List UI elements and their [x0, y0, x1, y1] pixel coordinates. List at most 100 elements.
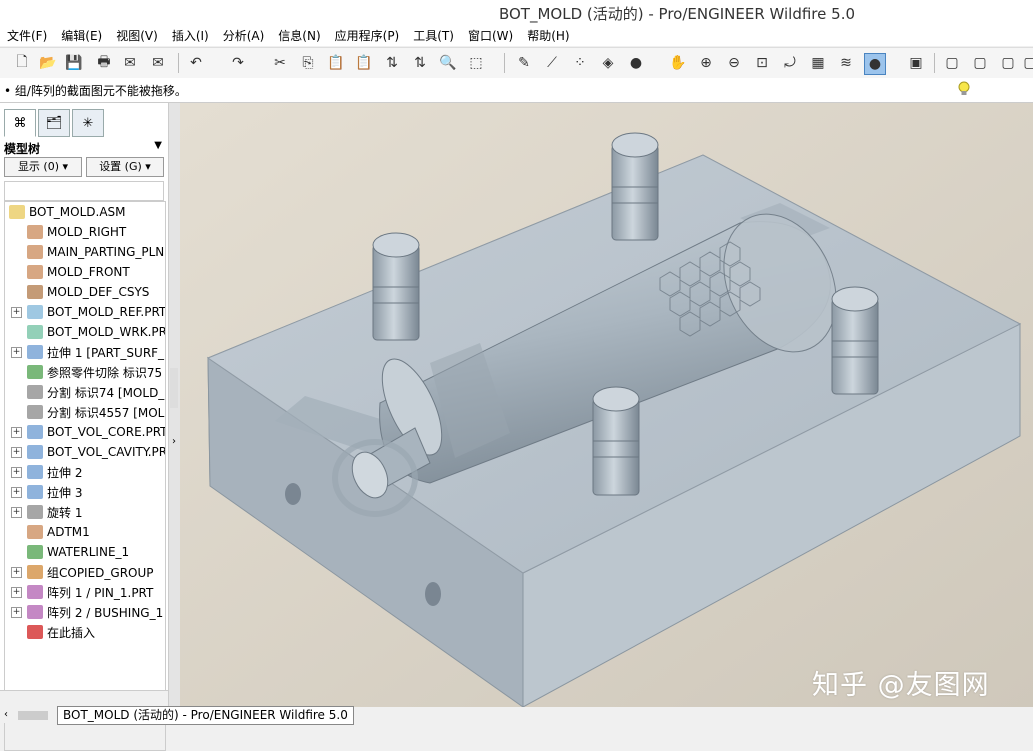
print-icon[interactable]: 🖶 — [94, 53, 114, 73]
tree-row[interactable]: + 阵列 2 / BUSHING_1 — [11, 602, 163, 622]
pattern-icon — [27, 605, 43, 619]
new-file-icon[interactable]: 🗋 — [12, 53, 32, 73]
reorient-icon[interactable]: ⤾ — [780, 53, 800, 73]
collapse-handle[interactable] — [170, 368, 178, 408]
show-button[interactable]: 显示 (0) ▾ — [4, 157, 82, 177]
paste-special-icon[interactable]: 📋 — [354, 53, 374, 73]
tree-row[interactable]: BOT_MOLD_WRK.PRT — [27, 322, 165, 342]
favorites-tab[interactable]: ✳ — [72, 109, 104, 137]
tree-row[interactable]: + 阵列 1 / PIN_1.PRT — [11, 582, 153, 602]
scroll-thumb[interactable] — [18, 711, 48, 720]
expand-icon[interactable]: + — [11, 446, 22, 458]
menu-analysis[interactable]: 分析(A) — [216, 27, 272, 44]
menu-edit[interactable]: 编辑(E) — [54, 27, 109, 44]
expand-icon[interactable]: + — [11, 306, 22, 318]
guide-pin-back[interactable] — [611, 132, 659, 241]
send-link-icon[interactable]: ✉ — [148, 53, 168, 73]
mold-model-render[interactable] — [180, 103, 1033, 707]
sketch-icon[interactable]: ✎ — [514, 53, 534, 73]
menu-window[interactable]: 窗口(W) — [461, 27, 520, 44]
menu-insert[interactable]: 插入(I) — [165, 27, 216, 44]
tree-row[interactable]: MOLD_FRONT — [27, 262, 130, 282]
pan-icon[interactable]: ✋ — [668, 53, 688, 73]
tree-row[interactable]: + 拉伸 2 — [11, 462, 82, 482]
tree-row[interactable]: 在此插入 — [27, 622, 95, 642]
hidden-line-icon[interactable]: ▢ — [970, 53, 990, 73]
menu-applications[interactable]: 应用程序(P) — [328, 27, 407, 44]
model-tree: BOT_MOLD.ASM MOLD_RIGHT MAIN_PARTING_PLN MO… — [4, 201, 166, 751]
tree-row[interactable]: 分割 标识4557 [MOL — [27, 402, 164, 422]
settings-button[interactable]: 设置 (G) ▾ — [86, 157, 164, 177]
appearance-icon[interactable]: ◈ — [598, 53, 618, 73]
shaded-view-icon[interactable]: ▢ — [1020, 53, 1033, 73]
tree-row[interactable]: + BOT_VOL_CAVITY.PRT — [11, 442, 165, 462]
model-tree-tab[interactable]: ⌘ — [4, 109, 36, 137]
menu-help[interactable]: 帮助(H) — [520, 27, 576, 44]
menu-tools[interactable]: 工具(T) — [406, 27, 461, 44]
expand-icon[interactable]: + — [11, 346, 22, 358]
tree-row[interactable]: ADTM1 — [27, 522, 90, 542]
layers-icon[interactable]: ≋ — [836, 53, 856, 73]
tree-row[interactable]: BOT_MOLD.ASM — [9, 202, 126, 222]
chevron-down-icon[interactable]: ▼ — [154, 140, 162, 151]
save-icon[interactable]: 💾 — [64, 53, 84, 73]
tree-row[interactable]: MAIN_PARTING_PLN — [27, 242, 164, 262]
guide-pin-front[interactable] — [592, 386, 640, 496]
regen-manager-icon[interactable]: ⇅ — [410, 53, 430, 73]
tree-row[interactable]: + 拉伸 3 — [11, 482, 82, 502]
expand-icon[interactable]: + — [11, 506, 22, 518]
paste-icon[interactable]: 📋 — [326, 53, 346, 73]
undo-icon[interactable]: ↶ — [186, 53, 206, 73]
tree-row[interactable]: + 旋转 1 — [11, 502, 82, 522]
lightbulb-icon[interactable] — [957, 80, 971, 98]
open-file-icon[interactable]: 📂 — [38, 53, 58, 73]
model-tree-header[interactable]: 模型树 ▼ — [4, 140, 162, 156]
zoom-out-icon[interactable]: ⊖ — [724, 53, 744, 73]
redo-icon[interactable]: ↷ — [228, 53, 248, 73]
tree-horizontal-scrollbar[interactable] — [0, 690, 168, 707]
guide-pin-right[interactable] — [831, 286, 879, 395]
expand-icon[interactable]: + — [11, 466, 22, 478]
navigator-tabs: ⌘ 🗂 ✳ — [4, 109, 106, 137]
shading-icon[interactable]: ● — [864, 53, 886, 75]
tree-filter-field[interactable] — [4, 181, 164, 201]
panel-splitter[interactable]: › — [168, 103, 180, 707]
tree-row[interactable]: + BOT_MOLD_REF.PRT — [11, 302, 165, 322]
find-icon[interactable]: 🔍 — [438, 53, 458, 73]
expand-icon[interactable]: + — [11, 586, 22, 598]
model-display-icon[interactable]: ▣ — [906, 53, 926, 73]
refit-icon[interactable]: ⊡ — [752, 53, 772, 73]
expand-icon[interactable]: + — [11, 486, 22, 498]
expand-icon[interactable]: + — [11, 426, 22, 438]
regenerate-icon[interactable]: ⇅ — [382, 53, 402, 73]
zoom-in-icon[interactable]: ⊕ — [696, 53, 716, 73]
datum-point-icon[interactable]: ⁘ — [570, 53, 590, 73]
select-box-icon[interactable]: ⬚ — [466, 53, 486, 73]
cut-icon[interactable]: ✂ — [270, 53, 290, 73]
expand-icon[interactable]: + — [11, 606, 22, 618]
tree-row[interactable]: 分割 标识74 [MOLD_ — [27, 382, 164, 402]
chevron-right-icon[interactable]: › — [172, 436, 176, 447]
send-email-icon[interactable]: ✉ — [120, 53, 140, 73]
folder-browser-tab[interactable]: 🗂 — [38, 109, 70, 137]
no-hidden-icon[interactable]: ▢ — [998, 53, 1018, 73]
expand-icon[interactable]: + — [11, 566, 22, 578]
tree-row[interactable]: 参照零件切除 标识75 — [27, 362, 162, 382]
graphics-window[interactable] — [180, 103, 1033, 707]
tree-row[interactable]: + 拉伸 1 [PART_SURF_1 — [11, 342, 165, 362]
copy-icon[interactable]: ⎘ — [298, 53, 318, 73]
datum-axis-icon[interactable]: ⟋ — [542, 53, 562, 73]
wireframe-icon[interactable]: ▢ — [942, 53, 962, 73]
tree-row[interactable]: + 组COPIED_GROUP — [11, 562, 154, 582]
saved-views-icon[interactable]: ▦ — [808, 53, 828, 73]
menu-file[interactable]: 文件(F) — [0, 27, 54, 44]
tree-row[interactable]: + BOT_VOL_CORE.PRT — [11, 422, 165, 442]
scroll-left-icon[interactable]: ‹ — [4, 709, 8, 720]
guide-pin-left[interactable] — [372, 232, 420, 341]
menu-view[interactable]: 视图(V) — [109, 27, 165, 44]
tree-row[interactable]: MOLD_RIGHT — [27, 222, 126, 242]
tree-row[interactable]: WATERLINE_1 — [27, 542, 129, 562]
tree-row[interactable]: MOLD_DEF_CSYS — [27, 282, 149, 302]
sphere-icon[interactable]: ● — [626, 53, 646, 73]
menu-info[interactable]: 信息(N) — [271, 27, 327, 44]
